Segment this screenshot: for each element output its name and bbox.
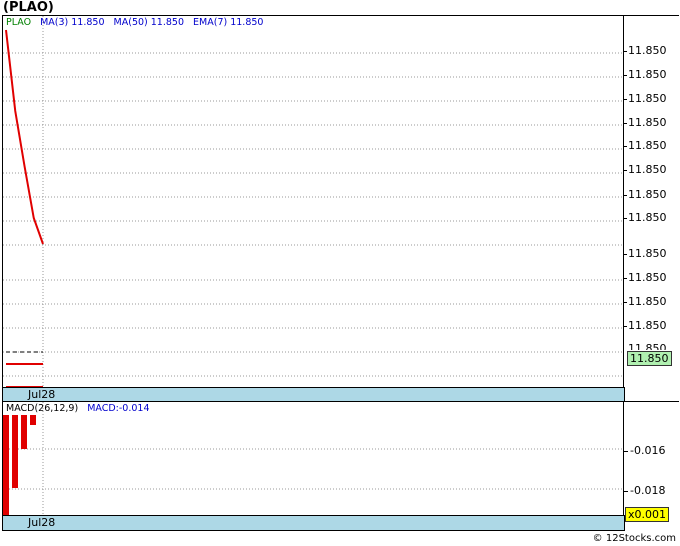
- price-tick-label: 11.850: [628, 295, 667, 308]
- macd-date-label: Jul28: [28, 516, 56, 529]
- price-y-axis: 11.850 11.850 11.850 11.850 11.850 11.850 11.8…: [623, 15, 679, 388]
- price-tick-label: 11.850: [628, 116, 667, 129]
- price-line: [5, 29, 44, 245]
- price-tick-label: 11.850: [628, 68, 667, 81]
- macd-tick-mark: [624, 491, 628, 492]
- price-tick-label: 11.850: [628, 271, 667, 284]
- legend-ma50: MA(50) 11.850: [113, 17, 185, 28]
- macd-bar: [3, 415, 9, 516]
- macd-plot: [3, 402, 624, 516]
- price-tick-mark: [624, 51, 627, 52]
- macd-bar: [21, 415, 27, 449]
- chart-title: (PLAO): [3, 0, 54, 15]
- macd-tick-label: -0.016: [630, 444, 666, 457]
- macd-panel: MACD(26,12,9) MACD:-0.014: [2, 401, 624, 516]
- price-tick-mark: [624, 195, 627, 196]
- price-tick-mark: [624, 326, 627, 327]
- price-tick-mark: [624, 254, 627, 255]
- price-tick-label: 11.850: [628, 211, 667, 224]
- macd-badge: x0.001: [625, 507, 670, 522]
- price-tick-mark: [624, 99, 627, 100]
- price-tick-mark: [624, 218, 627, 219]
- macd-tick-label: -0.018: [630, 484, 666, 497]
- price-tick-label: 11.850: [628, 342, 667, 350]
- macd-date-bar: Jul28: [2, 515, 625, 531]
- macd-y-axis: -0.016 -0.018 x0.001: [623, 401, 679, 522]
- date-label: Jul28: [28, 388, 56, 401]
- price-panel: PLAO MA(3) 11.850 MA(50) 11.850 EMA(7) 1…: [2, 15, 624, 388]
- price-tick-label: 11.850: [628, 163, 667, 176]
- footer-credit: © 12Stocks.com: [592, 533, 676, 544]
- legend-ma3: MA(3) 11.850: [40, 17, 105, 28]
- legend-ema7: EMA(7) 11.850: [193, 17, 264, 28]
- legend-symbol: PLAO: [6, 17, 32, 28]
- price-tick-label: 11.850: [628, 139, 667, 152]
- price-legend: PLAO MA(3) 11.850 MA(50) 11.850 EMA(7) 1…: [6, 17, 269, 28]
- price-tick-mark: [624, 123, 627, 124]
- price-badge: 11.850: [627, 351, 672, 366]
- macd-bar: [30, 415, 36, 425]
- macd-legend: MACD(26,12,9) MACD:-0.014: [6, 403, 156, 414]
- price-tick-mark: [624, 170, 627, 171]
- price-tick-label: 11.850: [628, 92, 667, 105]
- price-tick-mark: [624, 146, 627, 147]
- macd-legend-value: MACD:-0.014: [87, 403, 150, 414]
- price-plot: [3, 16, 624, 388]
- macd-bar: [12, 415, 18, 488]
- macd-tick-mark: [624, 451, 628, 452]
- price-tick-label: 11.850: [628, 319, 667, 332]
- price-tick-label: 11.850: [628, 44, 667, 57]
- price-tick-mark: [624, 278, 627, 279]
- price-tick-mark: [624, 302, 627, 303]
- price-tick-label: 11.850: [628, 247, 667, 260]
- price-tick-label: 11.850: [628, 188, 667, 201]
- macd-legend-name: MACD(26,12,9): [6, 403, 79, 414]
- price-tick-mark: [624, 75, 627, 76]
